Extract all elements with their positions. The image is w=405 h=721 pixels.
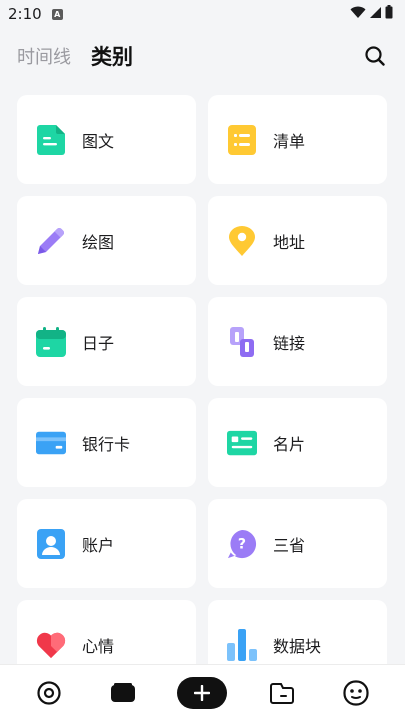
nav-box-button[interactable] [103, 673, 143, 713]
tab-timeline[interactable]: 时间线 [17, 43, 71, 69]
category-card-bank-card[interactable]: 银行卡 [17, 398, 196, 487]
folder-icon [269, 683, 294, 704]
search-button[interactable] [362, 43, 388, 69]
nav-face-button[interactable] [336, 673, 376, 713]
bank-card-icon [36, 428, 66, 458]
status-time: 2:10 [8, 5, 42, 23]
battery-icon [385, 5, 393, 23]
category-label: 银行卡 [82, 434, 131, 454]
status-bar: 2:10 A [0, 0, 405, 28]
category-card-drawing[interactable]: 绘图 [17, 196, 196, 285]
bottom-nav [0, 664, 405, 721]
pencil-icon [36, 226, 66, 256]
category-card-text[interactable]: 图文 [17, 95, 196, 184]
tab-category[interactable]: 类别 [91, 41, 133, 71]
header: 时间线 类别 [0, 38, 405, 74]
business-card-icon [227, 428, 257, 458]
category-card-checklist[interactable]: 清单 [208, 95, 387, 184]
category-grid: 图文 清单 绘图 地址 日子 链接 银行卡 名片 账户 ? 三省 心情 数据块 [17, 95, 388, 689]
category-label: 图文 [82, 131, 115, 151]
category-label: 三省 [273, 535, 306, 555]
category-card-business-card[interactable]: 名片 [208, 398, 387, 487]
link-icon [227, 326, 257, 357]
nav-target-button[interactable] [29, 673, 69, 713]
heart-icon [36, 630, 66, 660]
target-icon [37, 681, 61, 705]
notification-badge: A [51, 8, 63, 20]
location-pin-icon [227, 225, 257, 256]
checklist-icon [227, 124, 257, 155]
category-label: 心情 [82, 636, 115, 656]
category-card-reflection[interactable]: ? 三省 [208, 499, 387, 588]
category-card-address[interactable]: 地址 [208, 196, 387, 285]
category-card-account[interactable]: 账户 [17, 499, 196, 588]
category-card-days[interactable]: 日子 [17, 297, 196, 386]
category-card-link[interactable]: 链接 [208, 297, 387, 386]
add-icon [194, 685, 211, 701]
category-label: 日子 [82, 333, 115, 353]
signal-icon [369, 6, 382, 23]
account-icon [36, 528, 66, 559]
bar-chart-icon [227, 628, 257, 661]
category-label: 名片 [273, 434, 306, 454]
category-label: 数据块 [273, 636, 322, 656]
wifi-icon [350, 6, 366, 23]
face-icon [343, 680, 369, 706]
calendar-icon [36, 326, 66, 357]
box-icon [111, 683, 136, 702]
category-label: 链接 [273, 333, 306, 353]
search-icon [365, 46, 385, 66]
question-bubble-icon: ? [227, 529, 257, 559]
nav-add-button[interactable] [177, 677, 228, 709]
category-label: 账户 [82, 535, 115, 555]
status-icons [350, 5, 393, 23]
text-doc-icon [36, 124, 66, 155]
nav-folder-button[interactable] [262, 673, 302, 713]
category-label: 地址 [273, 232, 306, 252]
svg-text:?: ? [238, 536, 246, 552]
category-label: 绘图 [82, 232, 115, 252]
category-label: 清单 [273, 131, 306, 151]
